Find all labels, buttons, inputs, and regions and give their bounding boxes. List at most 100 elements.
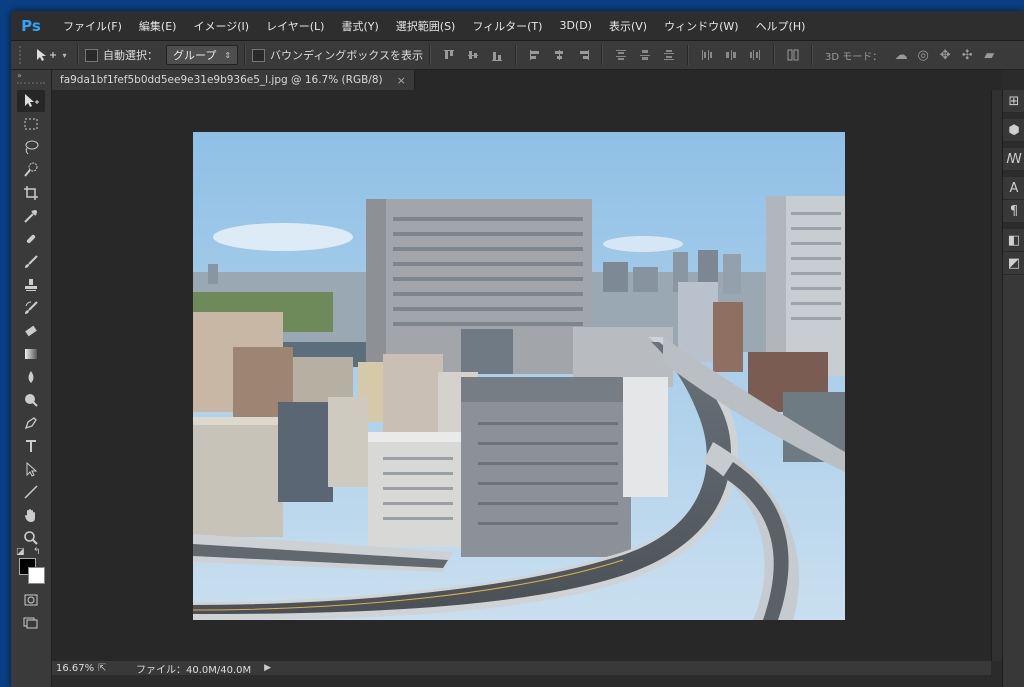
menu-select[interactable]: 選択範囲(S) (396, 18, 456, 34)
lasso-tool[interactable] (17, 136, 45, 158)
canvas-area[interactable] (52, 90, 991, 661)
history-brush-tool[interactable] (17, 297, 45, 319)
character-icon[interactable]: A (1003, 177, 1024, 200)
3d-icon[interactable]: ⬢ (1003, 119, 1024, 142)
menu-filter[interactable]: フィルター(T) (472, 18, 542, 34)
document-tab-title: fa9da1bf1fef5b0dd5ee9e31e9b936e5_l.jpg @… (60, 74, 383, 86)
align-vcenter-icon[interactable] (464, 46, 482, 64)
background-color-swatch[interactable] (28, 567, 45, 584)
brush-tool[interactable] (17, 251, 45, 273)
hand-tool[interactable] (17, 504, 45, 526)
lasso-icon (25, 140, 39, 155)
divider (77, 45, 79, 65)
divider (686, 45, 689, 65)
blur-tool[interactable] (17, 366, 45, 388)
type-tool[interactable] (17, 435, 45, 457)
distribute-bottom-icon[interactable] (660, 46, 678, 64)
menu-image[interactable]: イメージ(I) (193, 18, 249, 34)
cityscape-photo (193, 132, 845, 620)
bandage-icon (26, 234, 36, 244)
horizontal-scrollbar[interactable] (277, 661, 991, 675)
eraser-tool[interactable] (17, 320, 45, 342)
align-hcenter-icon[interactable] (550, 46, 568, 64)
document-tab-bar: fa9da1bf1fef5b0dd5ee9e31e9b936e5_l.jpg @… (52, 70, 1002, 90)
layers-icon[interactable]: ◧ (1003, 229, 1024, 252)
menu-window[interactable]: ウィンドウ(W) (664, 18, 738, 34)
screen-mode-button[interactable] (17, 612, 45, 634)
menu-view[interactable]: 表示(V) (609, 18, 647, 34)
options-bar: ▾ 自動選択： グループ ⇕ バウンディングボックスを表示 3D モード： ☁ (11, 41, 1024, 70)
marquee-tool[interactable] (17, 113, 45, 135)
divider (244, 45, 247, 65)
gradient-icon (25, 349, 37, 359)
app-logo: Ps (21, 16, 41, 35)
brush-settings-icon[interactable]: ꟿ (1003, 148, 1024, 171)
auto-select-target-dropdown[interactable]: グループ ⇕ (166, 45, 239, 65)
path-select-tool[interactable] (17, 458, 45, 480)
swap-colors-icon[interactable]: ↰ (33, 547, 41, 557)
paragraph-icon[interactable]: ¶ (1003, 200, 1024, 223)
close-icon[interactable]: × (397, 74, 406, 87)
document-size: ファイル：40.0M/40.0M (136, 664, 252, 676)
align-top-icon[interactable] (440, 46, 458, 64)
bounding-box-checkbox[interactable] (252, 48, 266, 62)
share-icon[interactable]: ⇱ (98, 663, 114, 674)
gradient-tool[interactable] (17, 343, 45, 365)
3d-orbit-icon[interactable]: ☁ (892, 46, 910, 64)
crop-icon (24, 186, 38, 200)
auto-align-layers-icon[interactable] (784, 46, 802, 64)
history-icon[interactable]: ⊞ (1003, 90, 1024, 113)
pen-tool[interactable] (17, 412, 45, 434)
quick-select-tool[interactable] (17, 159, 45, 181)
menu-help[interactable]: ヘルプ(H) (756, 18, 806, 34)
align-bottom-icon[interactable] (488, 46, 506, 64)
healing-brush-tool[interactable] (17, 228, 45, 250)
auto-select-checkbox[interactable] (85, 48, 98, 62)
align-left-icon[interactable] (526, 46, 544, 64)
options-bar-grip[interactable] (19, 46, 25, 64)
updown-chevron-icon: ⇕ (224, 50, 232, 60)
document-tab[interactable]: fa9da1bf1fef5b0dd5ee9e31e9b936e5_l.jpg @… (52, 70, 415, 90)
menu-file[interactable]: ファイル(F) (63, 18, 122, 34)
collapse-panel-icon[interactable]: » (11, 70, 51, 82)
menu-3d[interactable]: 3D(D) (559, 19, 592, 32)
photoshop-window: Ps ファイル(F) 編集(E) イメージ(I) レイヤー(L) 書式(Y) 選… (11, 11, 1024, 687)
status-menu-arrow-icon[interactable]: ▶ (264, 663, 271, 673)
zoom-level[interactable]: 16.67% (56, 663, 94, 674)
3d-roll-icon[interactable]: ◎ (914, 46, 932, 64)
magnifier-icon (24, 531, 38, 545)
document-image[interactable] (193, 132, 845, 620)
3d-scale-icon[interactable]: ▰ (980, 46, 998, 64)
history-brush-icon (25, 301, 38, 314)
distribute-left-icon[interactable] (698, 46, 716, 64)
tools-panel-grip[interactable] (17, 82, 45, 89)
dodge-tool[interactable] (17, 389, 45, 411)
auto-select-label: 自動選択： (103, 49, 158, 62)
3d-slide-icon[interactable]: ✣ (958, 46, 976, 64)
distribute-vcenter-icon[interactable] (636, 46, 654, 64)
menu-layer[interactable]: レイヤー(L) (266, 18, 324, 34)
3d-pan-icon[interactable]: ✥ (936, 46, 954, 64)
crop-tool[interactable] (17, 182, 45, 204)
distribute-hcenter-icon[interactable] (722, 46, 740, 64)
distribute-right-icon[interactable] (746, 46, 764, 64)
move-tool[interactable] (17, 90, 45, 112)
line-tool[interactable] (17, 481, 45, 503)
paths-icon[interactable]: ◩ (1003, 252, 1024, 275)
bounding-box-label: バウンディングボックスを表示 (270, 49, 423, 62)
default-colors-icon[interactable]: ◪ (16, 547, 25, 557)
vertical-scrollbar[interactable] (991, 90, 1002, 661)
hand-icon (25, 509, 35, 522)
quick-mask-button[interactable] (17, 589, 45, 611)
menu-type[interactable]: 書式(Y) (341, 18, 378, 34)
eraser-icon (25, 325, 37, 337)
move-icon (25, 94, 39, 107)
clone-stamp-tool[interactable] (17, 274, 45, 296)
dodge-icon (25, 394, 38, 407)
eyedropper-tool[interactable] (17, 205, 45, 227)
align-right-icon[interactable] (574, 46, 592, 64)
zoom-tool[interactable] (17, 527, 45, 549)
distribute-top-icon[interactable] (612, 46, 630, 64)
tool-preset-picker[interactable]: ▾ (31, 45, 71, 65)
menu-edit[interactable]: 編集(E) (139, 18, 177, 34)
